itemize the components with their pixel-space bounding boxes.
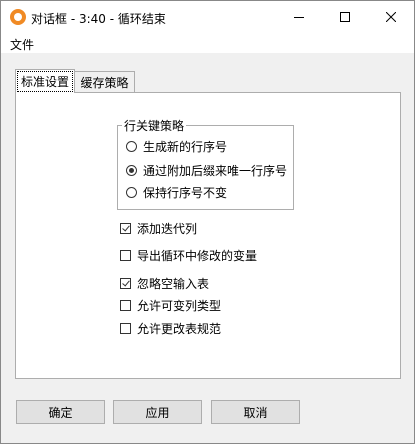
checkbox-icon bbox=[120, 250, 131, 261]
tab-label: 缓存策略 bbox=[80, 75, 129, 90]
minimize-button[interactable] bbox=[276, 1, 322, 33]
maximize-icon bbox=[340, 12, 350, 22]
ok-button[interactable]: 确定 bbox=[16, 400, 105, 424]
menu-bar: 文件 bbox=[1, 33, 414, 53]
maximize-button[interactable] bbox=[322, 1, 368, 33]
checkbox-label: 允许可变列类型 bbox=[137, 299, 222, 313]
radio-label: 生成新的行序号 bbox=[143, 140, 228, 154]
radio-icon bbox=[126, 187, 137, 198]
minimize-icon bbox=[294, 17, 304, 18]
group-title: 行关键策略 bbox=[122, 117, 187, 134]
checkbox-label: 添加迭代列 bbox=[137, 222, 198, 236]
apply-button[interactable]: 应用 bbox=[113, 400, 202, 424]
close-button[interactable] bbox=[368, 1, 414, 33]
checkbox-label: 忽略空输入表 bbox=[137, 277, 210, 291]
checkbox-allow-changing-table-spec[interactable]: 允许更改表规范 bbox=[120, 320, 221, 337]
checkbox-icon bbox=[120, 323, 131, 334]
checkbox-label: 导出循环中修改的变量 bbox=[137, 249, 258, 263]
cancel-button[interactable]: 取消 bbox=[211, 400, 300, 424]
tab-label: 标准设置 bbox=[16, 71, 74, 92]
tab-cache-strategy[interactable]: 缓存策略 bbox=[74, 71, 135, 92]
checkbox-label: 允许更改表规范 bbox=[137, 322, 222, 336]
menu-item-file[interactable]: 文件 bbox=[10, 36, 34, 53]
radio-icon bbox=[126, 141, 137, 152]
row-key-strategy-group: 行关键策略 生成新的行序号 通过附加后缀来唯一行序号 保持行序号不变 bbox=[117, 117, 294, 210]
radio-keep-rowid[interactable]: 保持行序号不变 bbox=[126, 184, 227, 201]
radio-label: 保持行序号不变 bbox=[143, 186, 228, 200]
window-title: 对话框 - 3:40 - 循环结束 bbox=[31, 12, 166, 26]
checkbox-icon bbox=[120, 300, 131, 311]
radio-selected-icon bbox=[126, 165, 137, 176]
checkbox-export-modified-variables[interactable]: 导出循环中修改的变量 bbox=[120, 247, 257, 264]
app-icon bbox=[10, 9, 26, 25]
radio-append-suffix[interactable]: 通过附加后缀来唯一行序号 bbox=[126, 162, 287, 179]
close-icon bbox=[386, 12, 396, 22]
radio-generate-new-rowid[interactable]: 生成新的行序号 bbox=[126, 138, 227, 155]
checkbox-checked-icon bbox=[120, 223, 131, 234]
title-bar[interactable]: 对话框 - 3:40 - 循环结束 bbox=[1, 1, 414, 33]
checkbox-allow-variable-column-types[interactable]: 允许可变列类型 bbox=[120, 297, 221, 314]
tab-standard-settings[interactable]: 标准设置 bbox=[15, 69, 75, 93]
tab-panel: 行关键策略 生成新的行序号 通过附加后缀来唯一行序号 保持行序号不变 添加迭代列… bbox=[15, 92, 401, 379]
checkbox-ignore-empty-input[interactable]: 忽略空输入表 bbox=[120, 275, 209, 292]
radio-label: 通过附加后缀来唯一行序号 bbox=[143, 164, 288, 178]
checkbox-add-iteration-column[interactable]: 添加迭代列 bbox=[120, 220, 197, 237]
dialog-window: 对话框 - 3:40 - 循环结束 文件 标准设置 缓存策略 行关键策略 生成新… bbox=[0, 0, 415, 444]
checkbox-checked-icon bbox=[120, 278, 131, 289]
